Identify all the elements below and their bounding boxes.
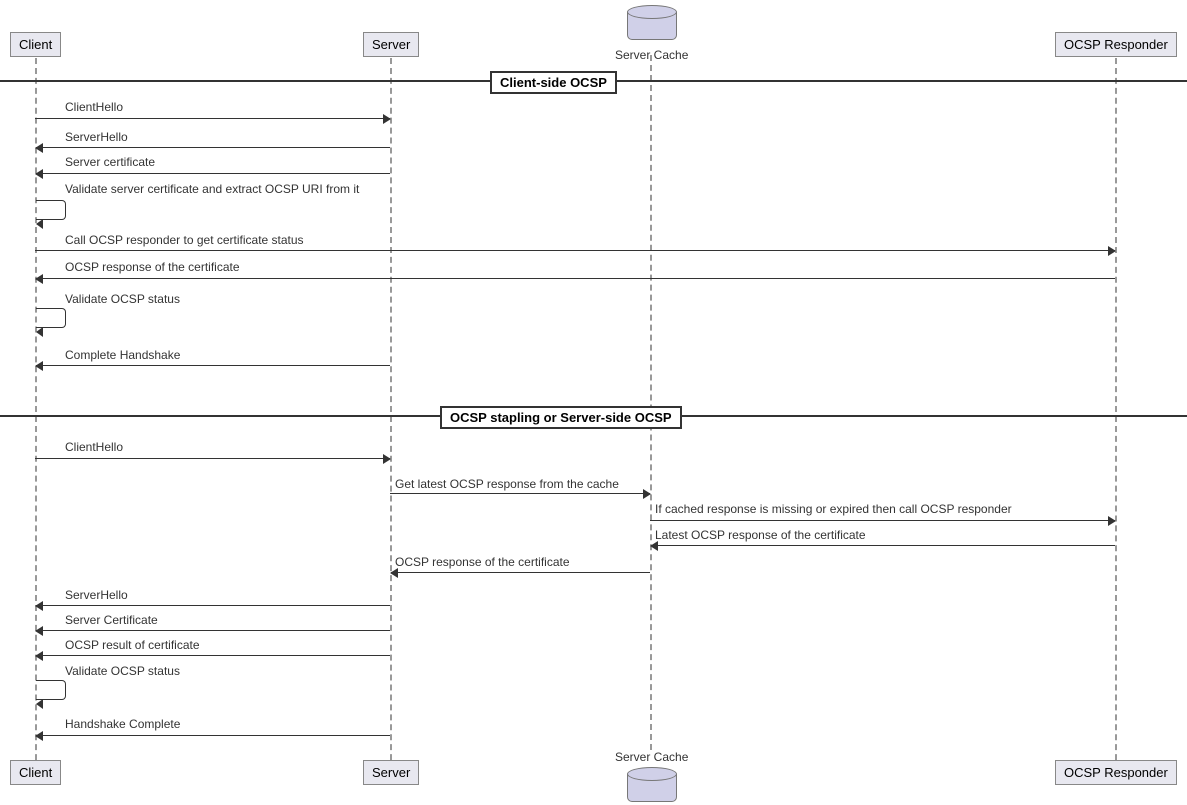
section2-label: OCSP stapling or Server-side OCSP	[440, 406, 682, 429]
client-lifeline	[35, 58, 37, 780]
client-actor-bottom: Client	[10, 760, 61, 785]
server-cache-bottom: Server Cache	[615, 748, 688, 805]
server-cache-lifeline	[650, 55, 652, 750]
ocsp-responder-actor-bottom: OCSP Responder	[1055, 760, 1177, 785]
client-actor-top: Client	[10, 32, 61, 57]
server-lifeline	[390, 58, 392, 780]
server-cache-top: Server Cache	[615, 5, 688, 62]
server-actor-top: Server	[363, 32, 419, 57]
ocsp-responder-lifeline	[1115, 58, 1117, 780]
section1-label: Client-side OCSP	[490, 71, 617, 94]
sequence-diagram: Client Server OCSP Responder Server Cach…	[0, 0, 1187, 805]
ocsp-responder-actor-top: OCSP Responder	[1055, 32, 1177, 57]
server-actor-bottom: Server	[363, 760, 419, 785]
